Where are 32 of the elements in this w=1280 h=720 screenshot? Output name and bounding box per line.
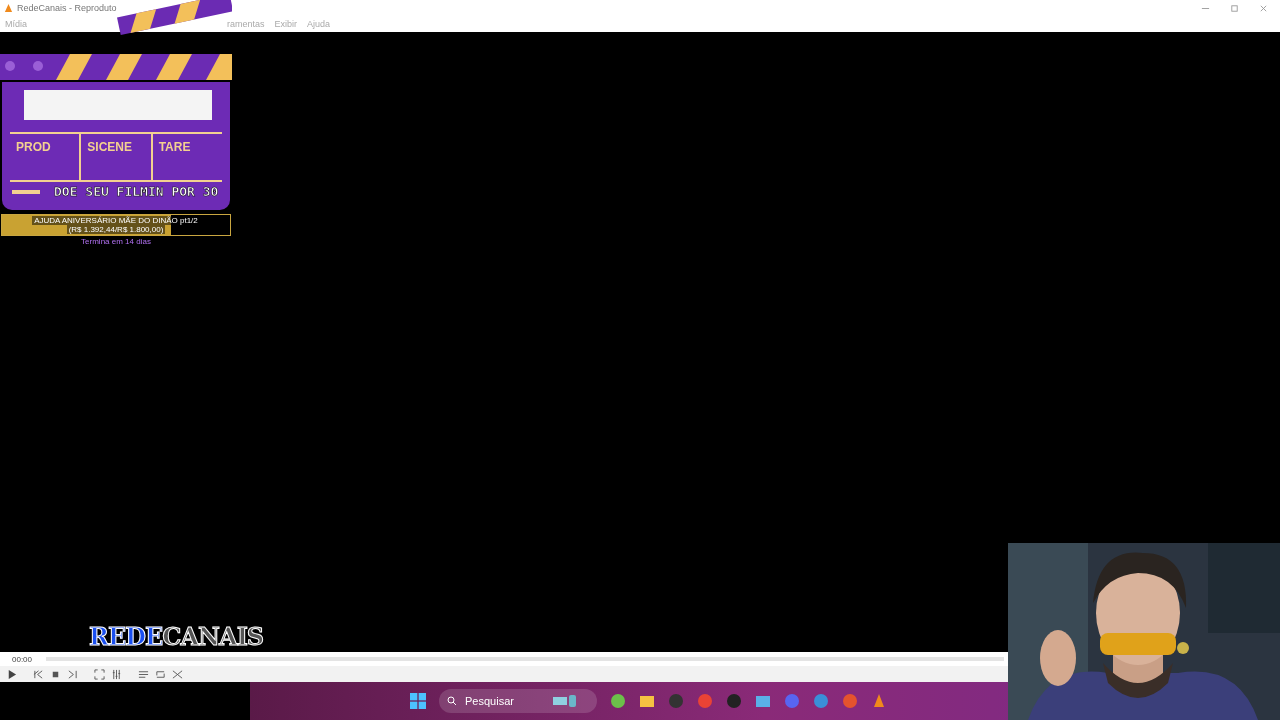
menu-item[interactable]: Mídia — [5, 19, 27, 29]
playlist-icon[interactable] — [138, 668, 149, 680]
folder-icon[interactable] — [639, 693, 655, 709]
shuffle-icon[interactable] — [172, 668, 183, 680]
search-bar[interactable]: Pesquisar — [439, 689, 597, 713]
window-title: RedeCanais - Reproduto — [17, 3, 117, 13]
tick-mark — [12, 189, 40, 194]
menu-item[interactable]: Exibir — [274, 19, 298, 29]
cone-icon — [4, 3, 13, 13]
menu-item[interactable]: ramentas — [227, 19, 265, 29]
next-icon[interactable] — [67, 668, 78, 680]
clapperboard-caption: DOE SEU FILMIN POR 30 — [54, 184, 219, 199]
time-label: 00:00 — [12, 654, 33, 664]
column-label: PROD — [10, 134, 82, 180]
column-label: TARE — [157, 139, 192, 156]
column-label: SICENE — [81, 134, 153, 180]
loop-icon[interactable] — [155, 668, 166, 680]
tickets-icon — [553, 695, 577, 707]
goal-deadline: Termina em 14 dias — [81, 237, 151, 246]
equalizer-icon[interactable] — [111, 668, 122, 680]
fullscreen-icon[interactable] — [94, 668, 105, 680]
menu-item[interactable]: Ajuda — [307, 19, 331, 29]
windows-icon[interactable] — [410, 693, 426, 709]
close-icon[interactable] — [1259, 3, 1268, 13]
search-icon — [447, 696, 457, 706]
cone-icon[interactable] — [871, 693, 887, 709]
goal-amount: (R$ 1.392,44/R$ 1.800,00) — [66, 225, 166, 234]
prev-icon[interactable] — [33, 668, 44, 680]
goal-title: AJUDA ANIVERSÁRIO MÃE DO DINÃO pt1/2 — [32, 216, 200, 225]
logo-text: REDECANAIS — [89, 622, 264, 651]
maximize-icon[interactable] — [1230, 3, 1239, 13]
search-input[interactable]: Pesquisar — [463, 694, 547, 708]
